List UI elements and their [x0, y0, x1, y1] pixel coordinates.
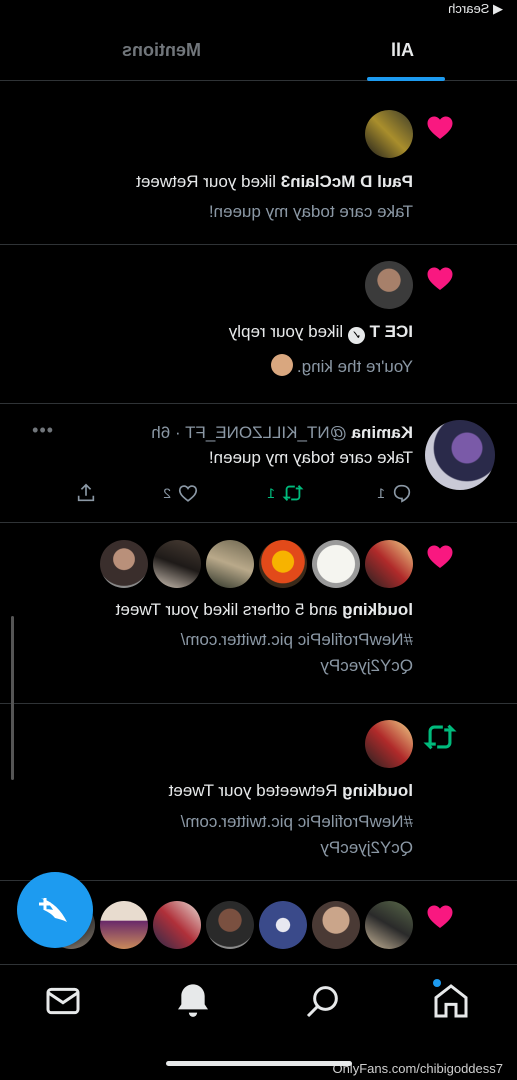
user-name[interactable]: loudking	[342, 600, 413, 619]
notification-snippet: You're the king.	[20, 354, 413, 379]
tweet-header: Kamina @NT_KILLZONE_FT · 6h	[60, 421, 413, 445]
avatar[interactable]	[100, 540, 148, 588]
snippet-line-1: #NewProfilePic pic.twitter.com/	[180, 812, 413, 831]
avatar[interactable]	[312, 901, 360, 949]
tweet-text: Take care today my queen!	[208, 448, 413, 467]
action-text: liked your Retweet	[136, 172, 281, 191]
compose-icon	[39, 898, 67, 922]
like-button[interactable]: 2	[163, 482, 199, 504]
avatar[interactable]	[153, 901, 201, 949]
tab-indicator	[367, 77, 445, 81]
avatar[interactable]	[365, 110, 413, 158]
home-icon[interactable]	[431, 981, 471, 1021]
retweet-button[interactable]: 1	[267, 482, 305, 504]
search-icon[interactable]	[303, 981, 343, 1021]
notification-text: loudking and 5 others liked your Tweet	[20, 598, 413, 622]
snippet-line-1: #NewProfilePic pic.twitter.com/	[180, 630, 413, 649]
avatar[interactable]	[100, 901, 148, 949]
snippet-line-2: QcY2jyecPy	[320, 838, 413, 857]
avatar[interactable]	[153, 540, 201, 588]
snippet-text: You're the king.	[296, 357, 413, 376]
avatar[interactable]	[365, 901, 413, 949]
heart-icon	[427, 545, 453, 568]
share-button[interactable]	[75, 482, 97, 504]
more-options-icon[interactable]: •••	[31, 420, 53, 441]
notification-retweet[interactable]: loudking Retweeted your Tweet #NewProfil…	[0, 704, 517, 881]
tab-all[interactable]: All	[391, 40, 414, 61]
reply-icon	[393, 484, 411, 503]
share-icon	[77, 483, 95, 502]
heart-outline-icon	[178, 485, 198, 502]
user-name[interactable]: ICE T	[370, 322, 413, 341]
status-bar: ◀ Search	[0, 0, 517, 18]
user-name[interactable]: loudking	[342, 781, 413, 800]
notification-text: loudking Retweeted your Tweet	[20, 779, 413, 803]
avatar[interactable]	[259, 540, 307, 588]
notification-text: Paul D McClain3 liked your Retweet	[20, 170, 413, 194]
avatar[interactable]	[365, 261, 413, 309]
notification-like[interactable]: loudking and 5 others liked your Tweet #…	[0, 523, 517, 704]
avatar[interactable]	[206, 540, 254, 588]
retweet-count: 1	[267, 485, 275, 501]
mirrored-screen: ◀ Search All Mentions Paul D McClain3 li…	[0, 0, 517, 1080]
back-label: Search	[448, 1, 490, 16]
avatar[interactable]	[206, 901, 254, 949]
user-name[interactable]: Paul D McClain3	[281, 172, 413, 191]
home-indicator	[166, 1061, 352, 1066]
handle-time: @NT_KILLZONE_FT · 6h	[151, 423, 347, 442]
like-count: 2	[163, 485, 171, 501]
retweet-icon	[282, 485, 304, 501]
avatar[interactable]	[365, 720, 413, 768]
retweet-icon	[423, 724, 457, 750]
heart-icon	[427, 116, 453, 139]
back-to-search[interactable]: ◀ Search	[448, 1, 503, 17]
tweet-actions: 1 1 2	[60, 482, 413, 506]
messages-icon[interactable]	[43, 981, 83, 1021]
avatar[interactable]	[312, 540, 360, 588]
compose-button[interactable]	[17, 872, 93, 948]
snippet-line-2: QcY2jyecPy	[320, 656, 413, 675]
clapping-hands-icon	[270, 354, 293, 376]
heart-icon	[427, 267, 453, 290]
notification-text: ICE T ✓ liked your reply	[20, 320, 413, 344]
avatar[interactable]	[259, 901, 307, 949]
avatar[interactable]	[425, 420, 495, 490]
action-text: and 5 others liked your Tweet	[115, 600, 343, 619]
action-text: liked your reply	[228, 322, 348, 341]
notifications-icon[interactable]	[173, 981, 213, 1021]
verified-icon: ✓	[347, 327, 365, 344]
reply-button[interactable]: 1	[377, 482, 413, 504]
tab-bar: All Mentions	[0, 22, 517, 81]
tab-mentions[interactable]: Mentions	[122, 40, 201, 61]
bottom-tab-bar	[0, 964, 517, 1037]
notification-like[interactable]: Paul D McClain3 liked your Retweet Take …	[0, 96, 517, 245]
heart-icon	[427, 905, 453, 928]
reply-count: 1	[377, 485, 385, 501]
action-text: Retweeted your Tweet	[168, 781, 343, 800]
user-name[interactable]: Kamina	[352, 423, 413, 442]
scroll-indicator	[11, 616, 14, 780]
notification-like[interactable]: ICE T ✓ liked your reply You're the king…	[0, 245, 517, 404]
tweet[interactable]: Kamina @NT_KILLZONE_FT · 6h ••• Take car…	[0, 404, 517, 523]
notification-snippet: Take care today my queen!	[208, 202, 413, 221]
home-new-dot	[433, 979, 441, 987]
avatar[interactable]	[365, 540, 413, 588]
